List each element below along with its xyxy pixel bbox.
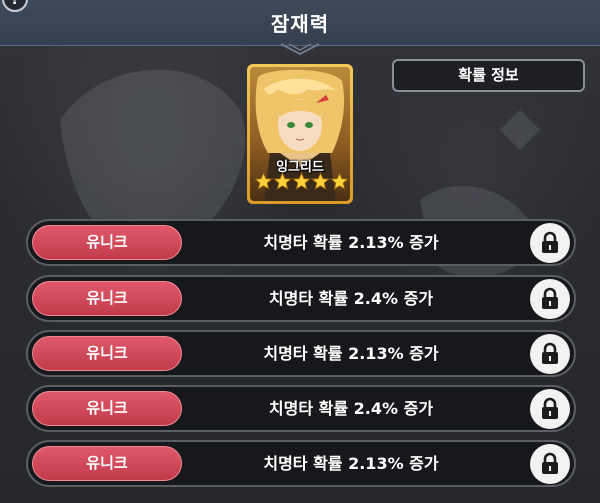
lock-button[interactable] [530,279,570,319]
star-rating [254,172,349,191]
lock-button[interactable] [530,223,570,263]
potential-row: 유니크 치명타 확률 2.13% 증가 [26,219,576,266]
grade-badge: 유니크 [32,391,182,426]
lock-icon [542,287,558,309]
lock-icon [542,342,558,364]
character-portrait: 잉그리드 [250,67,350,201]
lock-button[interactable] [530,389,570,429]
potential-effect: 치명타 확률 2.13% 증가 [263,233,439,252]
potential-effect: 치명타 확률 2.13% 증가 [263,454,439,473]
character-card[interactable]: 잉그리드 [247,64,353,204]
lock-icon [542,397,558,419]
grade-badge: 유니크 [32,225,182,260]
lock-button[interactable] [530,444,570,484]
grade-badge: 유니크 [32,336,182,371]
star-icon [311,172,330,191]
potential-row: 유니크 치명타 확률 2.13% 증가 [26,440,576,487]
potential-row: 유니크 치명타 확률 2.13% 증가 [26,330,576,377]
star-icon [273,172,292,191]
star-icon [330,172,349,191]
potential-effect: 치명타 확률 2.13% 증가 [263,344,439,363]
probability-info-button[interactable]: 확률 정보 [392,59,585,92]
potential-row: 유니크 치명타 확률 2.4% 증가 [26,385,576,432]
svg-text:?: ? [11,0,19,8]
header-bar: ? 잠재력 [0,0,600,56]
page-title: 잠재력 [270,12,330,36]
star-icon [254,172,273,191]
potential-row: 유니크 치명타 확률 2.4% 증가 [26,275,576,322]
lock-icon [542,452,558,474]
lock-button[interactable] [530,334,570,374]
lock-icon [542,231,558,253]
grade-badge: 유니크 [32,281,182,316]
star-icon [292,172,311,191]
header-ornament-icon [280,43,320,56]
grade-badge: 유니크 [32,446,182,481]
potential-effect: 치명타 확률 2.4% 증가 [268,289,434,308]
potential-effect: 치명타 확률 2.4% 증가 [268,399,434,418]
